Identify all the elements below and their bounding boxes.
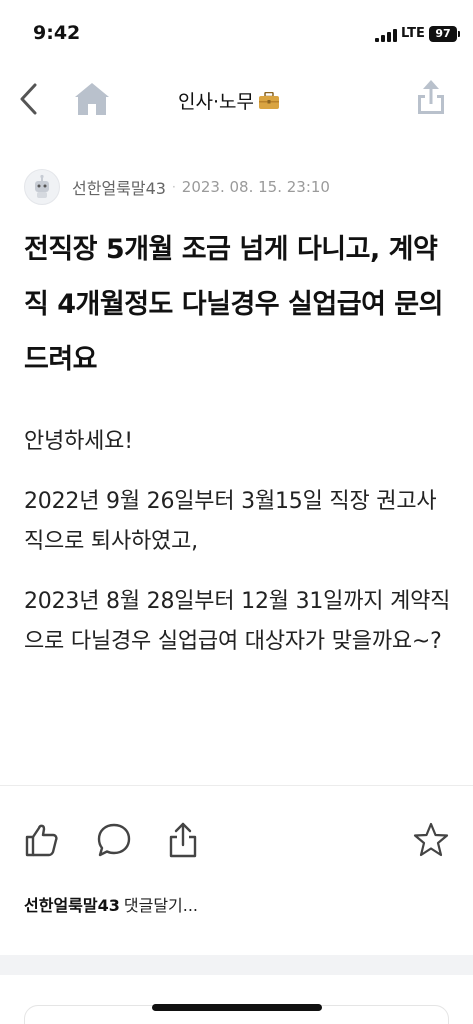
thumbs-up-icon	[25, 824, 58, 857]
bookmark-button[interactable]	[411, 820, 451, 860]
share-icon	[418, 80, 444, 114]
briefcase-icon	[258, 91, 280, 110]
author-row: 선한얼룩말43 · 2023. 08. 15. 23:10	[24, 168, 454, 206]
home-button[interactable]	[72, 80, 112, 118]
body-paragraph: 2023년 8월 28일부터 12월 31일까지 계약직으로 다닐경우 실업급여…	[24, 589, 451, 654]
star-icon	[413, 822, 449, 857]
battery-tip	[458, 31, 460, 37]
author-name[interactable]: 선한얼룩말43	[72, 175, 166, 199]
post-title: 전직장 5개월 조금 넘게 다니고, 계약직 4개월정도 다닐경우 실업급여 문…	[24, 234, 444, 375]
share-button[interactable]	[412, 78, 450, 118]
network-type: LTE	[401, 26, 425, 41]
divider	[0, 785, 473, 786]
signal-icon	[375, 29, 397, 42]
speech-bubble-icon	[97, 823, 131, 857]
separator-dot: ·	[171, 180, 176, 194]
home-icon	[75, 83, 109, 115]
body-paragraph: 2022년 9월 26일부터 3월15일 직장 권고사직으로 퇴사하였고,	[24, 489, 437, 554]
action-bar	[0, 820, 473, 864]
share-icon	[169, 822, 197, 858]
post-date: 2023. 08. 15. 23:10	[181, 178, 330, 196]
avatar[interactable]	[24, 169, 60, 205]
page-title-text: 인사·노무	[178, 91, 254, 113]
commenter-name: 선한얼룩말43	[24, 896, 120, 915]
back-button[interactable]	[16, 80, 44, 118]
battery-icon: 97	[429, 26, 457, 42]
page-title: 인사·노무	[178, 87, 280, 114]
like-button[interactable]	[22, 820, 62, 860]
robot-avatar-icon	[35, 174, 49, 198]
status-time: 9:42	[33, 22, 81, 44]
status-bar: 9:42 LTE 97	[0, 0, 473, 66]
comment-placeholder: 댓글달기...	[123, 896, 199, 915]
comment-button[interactable]	[94, 820, 134, 860]
home-indicator	[152, 1004, 322, 1011]
body-paragraph: 안녕하세요!	[24, 429, 133, 454]
nav-bar: 인사·노무	[0, 66, 473, 132]
chevron-left-icon	[20, 83, 37, 115]
post-body: 안녕하세요! 2022년 9월 26일부터 3월15일 직장 권고사직으로 퇴사…	[24, 422, 454, 682]
section-separator	[0, 955, 473, 975]
share-post-button[interactable]	[163, 820, 203, 860]
comment-input-row[interactable]: 선한얼룩말43 댓글달기...	[24, 892, 198, 916]
